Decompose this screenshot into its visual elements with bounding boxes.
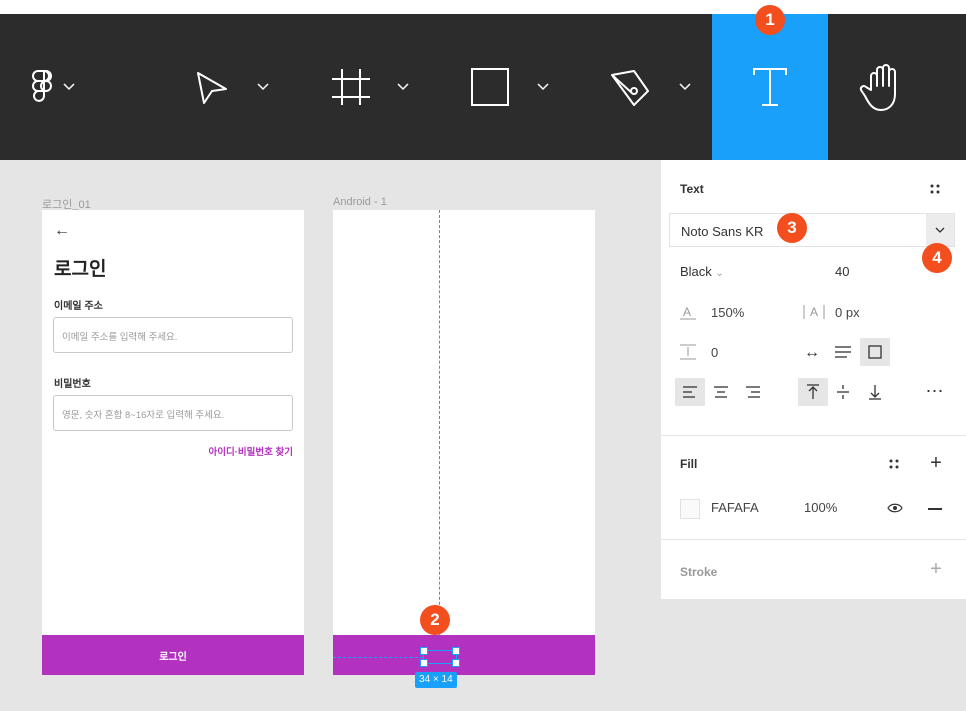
auto-width-icon[interactable]: ↔ [801, 344, 823, 362]
login-button[interactable]: 로그인 [42, 635, 304, 675]
step-badge-1: 1 [755, 5, 785, 35]
hand-icon [859, 64, 896, 111]
find-id-password-link[interactable]: 아이디·비밀번호 찾기 [209, 444, 293, 458]
toolbar [0, 14, 966, 160]
selection-handle[interactable] [420, 647, 428, 655]
chevron-down-icon [63, 83, 75, 91]
add-stroke-icon[interactable]: + [926, 559, 946, 579]
frame-tool-button[interactable] [330, 14, 420, 160]
frame-login[interactable]: ← 로그인 이메일 주소 이메일 주소를 입력해 주세요. 비밀번호 영문, 숫… [42, 210, 304, 675]
style-grid-icon[interactable] [929, 184, 941, 194]
svg-text:A: A [810, 305, 818, 319]
align-top-button[interactable] [798, 378, 828, 406]
font-weight-value: Black [680, 264, 712, 279]
properties-panel: Text Noto Sans KR Black ⌄ 40 A 150% A 0 … [661, 160, 966, 599]
rectangle-icon [471, 68, 549, 106]
password-placeholder: 영문, 숫자 혼합 8~16자로 입력해 주세요. [62, 410, 225, 421]
section-divider [661, 539, 966, 540]
fill-opacity-input[interactable]: 100% [804, 500, 837, 515]
align-top-icon [807, 384, 819, 399]
align-right-icon[interactable] [745, 386, 761, 398]
login-title: 로그인 [54, 259, 107, 280]
letter-spacing-input[interactable]: 0 px [835, 305, 860, 320]
font-family-dropdown-button[interactable] [926, 214, 954, 246]
selection-handle[interactable] [452, 659, 460, 667]
frame-label-android[interactable]: Android - 1 [333, 196, 387, 208]
chevron-down-icon [935, 227, 945, 233]
align-left-button[interactable] [675, 378, 705, 406]
font-size-input[interactable]: 40 [835, 264, 849, 279]
password-label: 비밀번호 [54, 379, 91, 390]
back-arrow-icon: ← [54, 222, 70, 239]
paragraph-spacing-icon [680, 344, 696, 360]
frame-android[interactable] [333, 210, 595, 675]
step-badge-3: 3 [777, 213, 807, 243]
text-tool-button[interactable] [712, 14, 828, 160]
align-center-icon[interactable] [713, 386, 729, 398]
font-family-value: Noto Sans KR [681, 224, 764, 239]
align-left-icon [683, 386, 697, 398]
cursor-icon [197, 72, 269, 104]
add-fill-icon[interactable]: + [926, 453, 946, 473]
fill-color-swatch[interactable] [680, 499, 700, 519]
line-height-input[interactable]: 150% [711, 305, 744, 320]
fill-style-grid-icon[interactable] [888, 459, 900, 469]
horizontal-guide-line [333, 657, 423, 658]
eye-icon[interactable] [887, 503, 903, 513]
paragraph-spacing-input[interactable]: 0 [711, 345, 718, 360]
rectangle-tool-button[interactable] [470, 14, 560, 160]
vertical-guide-line [439, 210, 440, 660]
move-tool-button[interactable] [190, 14, 280, 160]
section-divider [661, 435, 966, 436]
fill-section-title: Fill [680, 457, 698, 471]
text-tool-icon [753, 68, 787, 106]
text-section-title: Text [680, 182, 704, 196]
figma-menu-button[interactable] [28, 14, 78, 160]
figma-logo-icon [32, 70, 75, 102]
align-bottom-icon[interactable] [868, 384, 882, 400]
auto-height-icon[interactable] [833, 345, 853, 359]
email-label: 이메일 주소 [54, 301, 103, 312]
pen-tool-button[interactable] [608, 14, 698, 160]
stroke-section-title: Stroke [680, 565, 718, 579]
hand-tool-button[interactable] [857, 14, 913, 160]
password-input[interactable]: 영문, 숫자 혼합 8~16자로 입력해 주세요. [53, 395, 293, 431]
pen-icon [611, 70, 691, 106]
email-placeholder: 이메일 주소를 입력해 주세요. [62, 332, 178, 343]
step-badge-2: 2 [420, 605, 450, 635]
login-button-label: 로그인 [159, 651, 187, 663]
selection-handle[interactable] [420, 659, 428, 667]
fill-hex-input[interactable]: FAFAFA [711, 500, 759, 515]
letter-spacing-icon: A [803, 305, 825, 319]
font-weight-select[interactable]: Black ⌄ [680, 264, 724, 279]
step-badge-4: 4 [922, 243, 952, 273]
more-options-icon[interactable]: ⋯ [923, 382, 947, 400]
align-middle-icon[interactable] [836, 384, 850, 400]
email-input[interactable]: 이메일 주소를 입력해 주세요. [53, 317, 293, 353]
selection-handle[interactable] [452, 647, 460, 655]
line-height-icon: A [680, 305, 696, 320]
svg-text:A: A [683, 305, 691, 319]
remove-fill-icon[interactable] [928, 508, 942, 510]
text-selection-box[interactable] [420, 647, 460, 667]
chevron-down-icon: ⌄ [715, 268, 724, 279]
fixed-size-button[interactable] [860, 338, 890, 366]
fixed-size-icon [868, 345, 882, 359]
size-indicator: 34 × 14 [415, 672, 457, 688]
font-family-select[interactable]: Noto Sans KR [669, 213, 955, 247]
bottom-bar[interactable] [333, 635, 595, 675]
frame-icon [332, 69, 409, 105]
window-top-strip [0, 0, 966, 14]
